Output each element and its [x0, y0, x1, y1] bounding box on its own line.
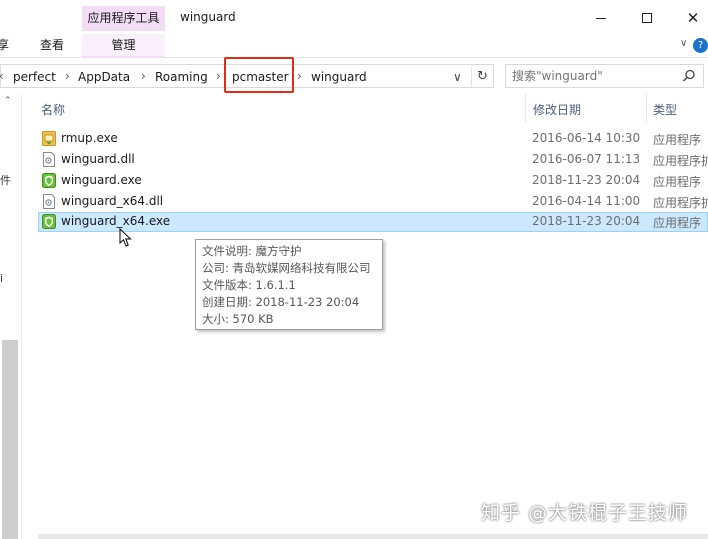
breadcrumb-roaming[interactable]: Roaming [155, 70, 208, 84]
file-row[interactable]: winguard.exe 2018-11-23 20:04 应用程序 [38, 171, 708, 191]
file-modified: 2016-06-07 11:13 [532, 152, 641, 166]
nav-scrollbar-thumb[interactable] [2, 340, 18, 539]
dll-file-icon [43, 194, 55, 209]
close-button[interactable]: ✕ [670, 6, 708, 30]
column-header-name[interactable]: 名称 [41, 101, 65, 118]
dll-file-icon [43, 152, 55, 167]
close-icon: ✕ [686, 8, 700, 27]
file-modified: 2018-11-23 20:04 [532, 214, 641, 228]
tab-view[interactable]: 查看 [40, 34, 64, 58]
tooltip-created: 创建日期: 2018-11-23 20:04 [202, 295, 360, 309]
file-name: rmup.exe [61, 131, 118, 145]
file-row[interactable]: winguard.dll 2016-06-07 11:13 应用程序扩 [38, 150, 708, 170]
file-row-selected[interactable]: winguard_x64.exe 2018-11-23 20:04 应用程序 [38, 212, 708, 232]
tooltip-company: 公司: 青岛软媒网络科技有限公司 [202, 261, 371, 275]
breadcrumb-perfect[interactable]: perfect [13, 70, 56, 84]
context-tab-app-tools[interactable]: 应用程序工具 [82, 6, 165, 31]
breadcrumb-appdata[interactable]: AppData [78, 70, 130, 84]
file-name: winguard_x64.exe [61, 214, 171, 228]
shield-app-icon [42, 214, 56, 229]
installer-icon [42, 131, 56, 146]
highlight-annotation-box [224, 57, 294, 93]
tab-manage[interactable]: 管理 [82, 34, 165, 58]
tooltip-description: 文件说明: 魔方守护 [202, 244, 302, 258]
breadcrumb-separator-icon[interactable]: › [297, 69, 302, 83]
search-input[interactable] [512, 68, 680, 84]
column-header-type[interactable]: 类型 [653, 101, 677, 118]
file-modified: 2016-06-14 10:30 [532, 131, 641, 145]
minimize-icon [596, 17, 606, 19]
file-modified: 2016-04-14 11:00 [532, 194, 641, 208]
refresh-icon[interactable]: ↻ [471, 68, 493, 86]
file-type: 应用程序扩 [653, 154, 708, 168]
file-type: 应用程序 [653, 175, 702, 189]
address-dropdown-icon[interactable]: ∨ [453, 70, 462, 84]
back-chevron-icon[interactable]: ‹ [0, 69, 4, 83]
ribbon: 享 查看 管理 ∨ [0, 34, 708, 58]
watermark: 知乎 @大铁棍子王技师 [481, 502, 689, 524]
column-divider[interactable] [525, 94, 526, 122]
window-title: winguard [180, 10, 236, 24]
file-modified: 2018-11-23 20:04 [532, 173, 641, 187]
search-box[interactable] [505, 64, 704, 88]
file-type: 应用程序 [653, 216, 702, 230]
tooltip-version: 文件版本: 1.6.1.1 [202, 278, 296, 292]
tooltip-size: 大小: 570 KB [202, 312, 274, 326]
column-header-modified[interactable]: 修改日期 [533, 101, 581, 118]
maximize-button[interactable] [624, 6, 670, 30]
column-header-row: 名称 修改日期 类型 [22, 94, 708, 122]
address-row: ‹ perfect › AppData › Roaming › pcmaster… [0, 62, 708, 90]
column-divider[interactable] [646, 94, 647, 122]
file-name: winguard.dll [61, 152, 135, 166]
search-icon[interactable] [682, 69, 696, 83]
nav-item-fragment[interactable]: i [0, 272, 3, 285]
breadcrumb-separator-icon[interactable]: › [141, 69, 146, 83]
maximize-icon [642, 13, 652, 23]
horizontal-scrollbar[interactable] [38, 534, 708, 539]
file-name: winguard.exe [61, 173, 142, 187]
breadcrumb-separator-icon[interactable]: › [65, 69, 70, 83]
breadcrumb-winguard[interactable]: winguard [311, 70, 367, 84]
title-bar: 应用程序工具 winguard ✕ [0, 0, 708, 34]
file-name: winguard_x64.dll [61, 194, 164, 208]
shield-app-icon [42, 173, 56, 188]
ribbon-collapse-icon[interactable]: ∨ [680, 38, 687, 49]
nav-item-fragment[interactable]: 件 [0, 172, 11, 188]
navigation-pane[interactable]: ⌃ 件 i [0, 94, 22, 539]
file-type: 应用程序扩 [653, 196, 708, 210]
minimize-button[interactable] [578, 6, 624, 30]
help-icon[interactable]: ? [693, 38, 708, 53]
tab-share[interactable]: 享 [0, 34, 9, 58]
file-type: 应用程序 [653, 133, 702, 147]
file-info-tooltip: 文件说明: 魔方守护 公司: 青岛软媒网络科技有限公司 文件版本: 1.6.1.… [195, 239, 383, 330]
breadcrumb-separator-icon[interactable]: › [216, 69, 221, 83]
mouse-cursor-icon [119, 228, 132, 247]
file-row[interactable]: rmup.exe 2016-06-14 10:30 应用程序 [38, 129, 708, 149]
nav-scroll-up-icon[interactable]: ⌃ [4, 96, 12, 106]
file-row[interactable]: winguard_x64.dll 2016-04-14 11:00 应用程序扩 [38, 192, 708, 212]
